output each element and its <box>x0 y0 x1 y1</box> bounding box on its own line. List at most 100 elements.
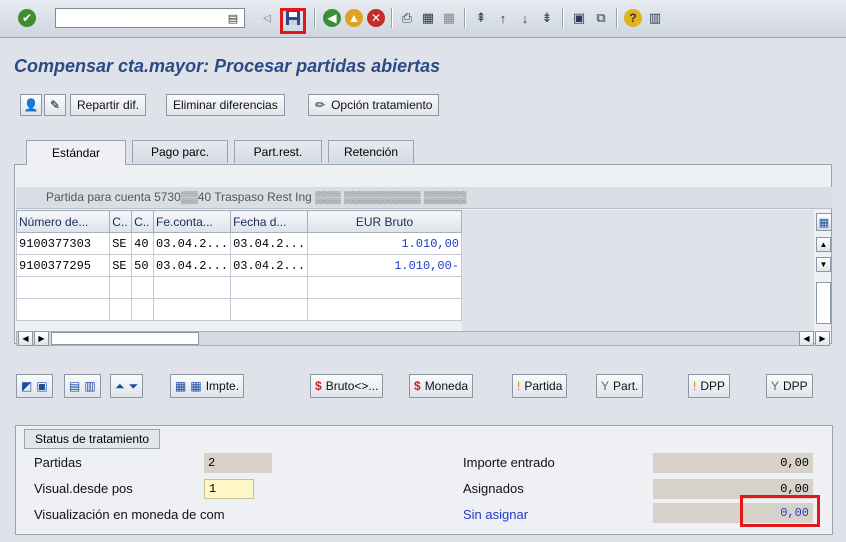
find-next-icon[interactable]: ▦ <box>440 9 458 27</box>
part-button[interactable]: Y Part. <box>596 374 644 398</box>
cell[interactable]: SE <box>109 254 133 277</box>
cell[interactable]: 9100377303 <box>15 232 111 255</box>
cell[interactable]: 03.04.2... <box>230 232 309 255</box>
partidas-label: Partidas <box>34 455 82 470</box>
table-row[interactable] <box>15 276 462 299</box>
find-icon[interactable]: ▦ <box>419 9 437 27</box>
scroll-right-icon[interactable]: ▶ <box>815 331 830 346</box>
cell-amount[interactable]: 1.010,00- <box>307 254 462 277</box>
eliminar-diferencias-button[interactable]: Eliminar diferencias <box>166 94 285 116</box>
cell[interactable] <box>307 298 462 321</box>
next-page-icon[interactable]: ↓ <box>516 9 534 27</box>
dpp-activate-button[interactable]: ! DPP <box>688 374 731 398</box>
grid-caption: Partida para cuenta 5730▒▒40 Traspaso Re… <box>16 187 832 209</box>
opcion-tratamiento-button[interactable]: ✏ Opción tratamiento <box>308 94 440 116</box>
exit-icon[interactable]: ▲ <box>345 9 363 27</box>
new-session-icon[interactable]: ▣ <box>570 9 588 27</box>
scroll-track[interactable] <box>816 282 831 324</box>
cell[interactable] <box>131 298 155 321</box>
column-settings-icon[interactable]: ▦ <box>816 213 832 231</box>
bruto-button[interactable]: $ Bruto<>... <box>310 374 384 398</box>
scroll-right-icon[interactable]: ▶ <box>34 331 49 346</box>
tab-label: Retención <box>343 145 399 159</box>
moneda-button[interactable]: $ Moneda <box>409 374 474 398</box>
scroll-thumb[interactable] <box>51 332 199 345</box>
command-field[interactable] <box>55 8 245 28</box>
cell[interactable]: 03.04.2... <box>153 254 232 277</box>
col-header-c2[interactable]: C.. <box>131 210 155 233</box>
moneda-label: Moneda <box>424 379 469 393</box>
col-header-fecha-d[interactable]: Fecha d... <box>230 210 309 233</box>
table-row[interactable]: 9100377303 SE 40 03.04.2... 03.04.2... 1… <box>15 232 462 255</box>
cell[interactable] <box>230 298 309 321</box>
cell[interactable]: 50 <box>131 254 155 277</box>
dpp-label: DPP <box>783 379 808 393</box>
cell[interactable] <box>153 298 232 321</box>
tab-estandar[interactable]: Estándar <box>26 140 126 165</box>
cell[interactable]: 03.04.2... <box>153 232 232 255</box>
tab-pago-parc[interactable]: Pago parc. <box>132 140 228 163</box>
bruto-label: Bruto<>... <box>325 379 379 393</box>
vertical-scrollbar[interactable]: ▦ ▲ ▼ <box>815 210 832 328</box>
select-block-button[interactable]: ▤ ▥ <box>64 374 101 398</box>
dpp-deactivate-button[interactable]: Y DPP <box>766 374 813 398</box>
cell[interactable] <box>15 276 111 299</box>
horizontal-scrollbar[interactable]: ◀ ▶ <box>16 331 814 346</box>
last-page-icon[interactable]: ⇟ <box>538 9 556 27</box>
partida-button[interactable]: ! Partida <box>512 374 568 398</box>
scroll-left-icon[interactable]: ◀ <box>18 331 33 346</box>
grid-empty-area <box>462 210 814 338</box>
visual-desde-pos-input[interactable]: 1 <box>204 479 254 499</box>
scroll-left-icon[interactable]: ◀ <box>799 331 814 346</box>
col-header-c1[interactable]: C.. <box>109 210 133 233</box>
first-page-icon[interactable]: ⇞ <box>472 9 490 27</box>
layout-icon[interactable]: ▥ <box>646 9 664 27</box>
cancel-icon[interactable]: ✕ <box>367 9 385 27</box>
back-icon[interactable]: ◀ <box>323 9 341 27</box>
page-title: Compensar cta.mayor: Procesar partidas a… <box>14 56 441 76</box>
person-icon[interactable]: 👤 <box>20 94 42 116</box>
select-all-button[interactable]: ◩ ▣ <box>16 374 53 398</box>
cell[interactable]: 03.04.2... <box>230 254 309 277</box>
separator <box>562 8 563 28</box>
edit-icon[interactable]: ✎ <box>44 94 66 116</box>
col-header-eur-bruto[interactable]: EUR Bruto <box>307 210 462 233</box>
repartir-dif-button[interactable]: Repartir dif. <box>70 94 147 116</box>
scroll-down-icon[interactable]: ▼ <box>816 257 831 272</box>
cell[interactable] <box>15 298 111 321</box>
tab-retencion[interactable]: Retención <box>328 140 414 163</box>
items-grid: Número de... C.. C.. Fe.conta... Fecha d… <box>15 210 462 321</box>
cell[interactable] <box>307 276 462 299</box>
table-row[interactable]: 9100377295 SE 50 03.04.2... 03.04.2... 1… <box>15 254 462 277</box>
save-highlight <box>280 8 306 34</box>
table-row[interactable] <box>15 298 462 321</box>
find-icon: ▦ <box>175 379 187 393</box>
col-header-fe-conta[interactable]: Fe.conta... <box>153 210 232 233</box>
separator <box>464 8 465 28</box>
cell[interactable] <box>153 276 232 299</box>
cell[interactable]: 9100377295 <box>15 254 111 277</box>
scroll-up-icon[interactable]: ▲ <box>816 237 831 252</box>
command-dropdown-icon[interactable]: ▤ <box>226 10 240 26</box>
check-icon[interactable]: ✔ <box>18 9 36 27</box>
shortcut-icon[interactable]: ⧉ <box>592 9 610 27</box>
prev-page-icon[interactable]: ↑ <box>494 9 512 27</box>
tab-part-rest[interactable]: Part.rest. <box>234 140 322 163</box>
cell[interactable]: 40 <box>131 232 155 255</box>
col-header-numero[interactable]: Número de... <box>15 210 111 233</box>
cell[interactable] <box>131 276 155 299</box>
partidas-value: 2 <box>204 453 272 473</box>
impte-button[interactable]: ▦ ▦ Impte. <box>170 374 245 398</box>
cell[interactable] <box>109 298 133 321</box>
sort-button[interactable]: ⏶ ⏷ <box>110 374 144 398</box>
cell[interactable] <box>230 276 309 299</box>
cell[interactable]: SE <box>109 232 133 255</box>
find-amount-icon: ▦ <box>190 379 202 393</box>
collapse-icon[interactable]: ◁ <box>258 9 276 27</box>
select-all-icon: ◩ <box>21 379 33 393</box>
help-icon[interactable]: ? <box>624 9 642 27</box>
print-icon[interactable]: ⎙ <box>398 9 416 27</box>
part-label: Part. <box>613 379 639 393</box>
cell[interactable] <box>109 276 133 299</box>
cell-amount[interactable]: 1.010,00 <box>307 232 462 255</box>
